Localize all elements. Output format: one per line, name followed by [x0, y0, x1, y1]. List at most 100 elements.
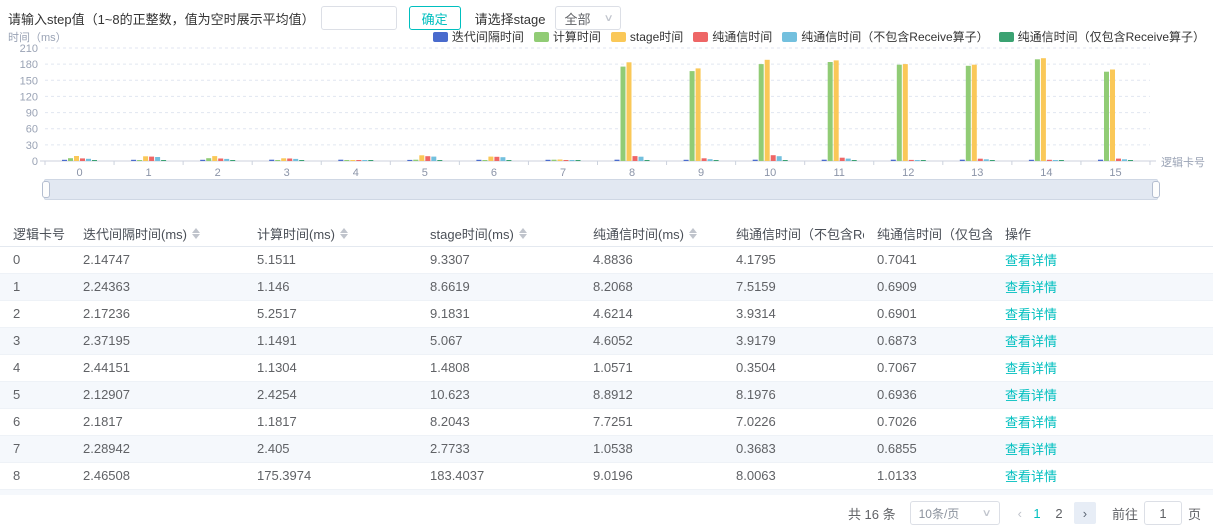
- bar[interactable]: [777, 156, 782, 161]
- sort-caret-icon[interactable]: [340, 228, 348, 239]
- bar[interactable]: [1110, 70, 1115, 162]
- bar[interactable]: [1098, 160, 1103, 161]
- view-details-link[interactable]: 查看详情: [1005, 361, 1057, 376]
- bar[interactable]: [828, 62, 833, 161]
- bar[interactable]: [419, 155, 424, 161]
- bar[interactable]: [783, 160, 788, 161]
- next-page-button[interactable]: ›: [1074, 502, 1096, 524]
- bar[interactable]: [765, 60, 770, 161]
- bar[interactable]: [92, 160, 97, 161]
- bar[interactable]: [161, 160, 166, 161]
- bar[interactable]: [269, 160, 274, 161]
- bar[interactable]: [576, 160, 581, 161]
- bar[interactable]: [218, 159, 223, 162]
- view-details-link[interactable]: 查看详情: [1005, 307, 1057, 322]
- column-header[interactable]: 迭代间隔时间(ms): [70, 222, 244, 246]
- bar[interactable]: [684, 160, 689, 161]
- bar-chart[interactable]: 0306090120150180210012345678910111213141…: [0, 26, 1213, 176]
- page-number-2[interactable]: 2: [1048, 506, 1070, 521]
- bar[interactable]: [552, 160, 557, 161]
- bar[interactable]: [558, 160, 563, 162]
- view-details-link[interactable]: 查看详情: [1005, 334, 1057, 349]
- bar[interactable]: [80, 158, 85, 161]
- bar[interactable]: [1047, 160, 1052, 161]
- bar[interactable]: [407, 160, 412, 161]
- bar[interactable]: [62, 160, 67, 161]
- bar[interactable]: [1104, 72, 1109, 161]
- bar[interactable]: [1116, 159, 1121, 161]
- bar[interactable]: [494, 157, 499, 161]
- bar[interactable]: [1128, 160, 1133, 161]
- bar[interactable]: [564, 160, 569, 161]
- bar[interactable]: [615, 160, 620, 161]
- bar[interactable]: [200, 160, 205, 161]
- bar[interactable]: [621, 67, 626, 161]
- bar[interactable]: [1041, 58, 1046, 161]
- bar[interactable]: [68, 158, 73, 161]
- bar[interactable]: [74, 156, 79, 161]
- column-header[interactable]: 纯通信时间（不包含Receive...: [723, 222, 864, 246]
- datazoom-right-handle[interactable]: [1152, 181, 1160, 198]
- bar[interactable]: [759, 64, 764, 161]
- bar[interactable]: [639, 157, 644, 161]
- view-details-link[interactable]: 查看详情: [1005, 415, 1057, 430]
- sort-caret-icon[interactable]: [689, 228, 697, 239]
- bar[interactable]: [822, 160, 827, 161]
- bar[interactable]: [131, 160, 136, 161]
- bar[interactable]: [915, 160, 920, 161]
- bar[interactable]: [155, 157, 160, 161]
- bar[interactable]: [287, 159, 292, 162]
- bar[interactable]: [230, 160, 235, 161]
- prev-page-button[interactable]: ‹: [1014, 506, 1026, 521]
- view-details-link[interactable]: 查看详情: [1005, 388, 1057, 403]
- bar[interactable]: [771, 155, 776, 161]
- bar[interactable]: [212, 156, 217, 161]
- datazoom-left-handle[interactable]: [42, 181, 50, 198]
- bar[interactable]: [425, 156, 430, 161]
- bar[interactable]: [1059, 160, 1064, 161]
- bar[interactable]: [368, 160, 373, 161]
- bar[interactable]: [500, 157, 505, 161]
- bar[interactable]: [1122, 159, 1127, 161]
- bar[interactable]: [909, 160, 914, 161]
- bar[interactable]: [149, 157, 154, 161]
- view-details-link[interactable]: 查看详情: [1005, 280, 1057, 295]
- bar[interactable]: [840, 158, 845, 161]
- bar[interactable]: [846, 159, 851, 161]
- bar[interactable]: [627, 62, 632, 161]
- bar[interactable]: [645, 160, 650, 161]
- bar[interactable]: [972, 65, 977, 161]
- bar[interactable]: [990, 160, 995, 161]
- bar[interactable]: [1035, 59, 1040, 161]
- bar[interactable]: [206, 158, 211, 161]
- view-details-link[interactable]: 查看详情: [1005, 442, 1057, 457]
- bar[interactable]: [690, 71, 695, 161]
- page-number-1[interactable]: 1: [1026, 506, 1048, 521]
- bar[interactable]: [281, 158, 286, 161]
- bar[interactable]: [852, 160, 857, 161]
- bar[interactable]: [344, 160, 349, 161]
- bar[interactable]: [1053, 160, 1058, 161]
- bar[interactable]: [476, 160, 481, 161]
- bar[interactable]: [753, 160, 758, 161]
- column-header[interactable]: 计算时间(ms): [244, 222, 417, 246]
- bar[interactable]: [966, 66, 971, 161]
- bar[interactable]: [86, 159, 91, 161]
- column-header[interactable]: 纯通信时间（仅包含Receive...: [864, 222, 992, 246]
- bar[interactable]: [714, 160, 719, 161]
- bar[interactable]: [338, 160, 343, 161]
- bar[interactable]: [546, 160, 551, 161]
- bar[interactable]: [891, 160, 896, 161]
- bar[interactable]: [834, 60, 839, 161]
- bar[interactable]: [978, 159, 983, 161]
- view-details-link[interactable]: 查看详情: [1005, 469, 1057, 484]
- sort-caret-icon[interactable]: [519, 228, 527, 239]
- bar[interactable]: [350, 160, 355, 161]
- column-header[interactable]: stage时间(ms): [417, 222, 580, 246]
- bar[interactable]: [708, 159, 713, 161]
- bar[interactable]: [696, 68, 701, 161]
- bar[interactable]: [413, 160, 418, 161]
- bar[interactable]: [293, 159, 298, 161]
- bar[interactable]: [488, 157, 493, 161]
- datazoom-slider[interactable]: [44, 179, 1158, 200]
